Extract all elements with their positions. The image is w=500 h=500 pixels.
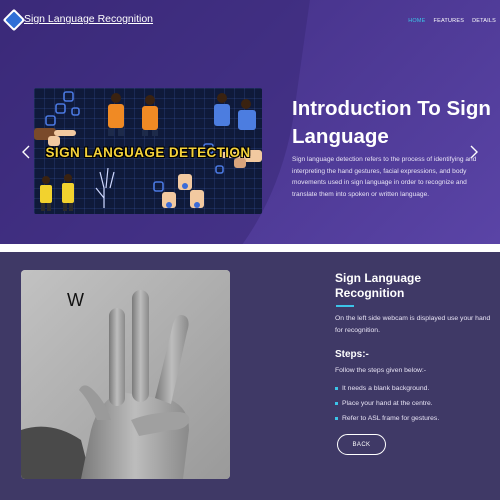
nav-links: HOME FEATURES DETAILS	[408, 18, 496, 24]
steps-intro: Follow the steps given below:-	[335, 367, 427, 374]
recognition-title: Sign Language Recognition	[335, 271, 422, 300]
navbar: Sign Language Recognition HOME FEATURES …	[0, 0, 500, 40]
title-underline	[336, 305, 354, 307]
nav-link-details[interactable]: DETAILS	[472, 18, 496, 24]
steps-list: It needs a blank background. Place your …	[335, 383, 495, 428]
back-button[interactable]: BACK	[337, 434, 386, 455]
hero-heading: Introduction To Sign Language	[292, 97, 491, 148]
step-item: Place your hand at the centre.	[335, 398, 495, 413]
hero-carousel: Sign Language Recognition HOME FEATURES …	[0, 0, 500, 244]
banner-title: SIGN LANGUAGE DETECTION	[45, 145, 251, 160]
steps-heading: Steps:-	[335, 349, 369, 360]
webcam-feed: W	[21, 270, 230, 479]
hero-paragraph: Sign language detection refers to the pr…	[292, 156, 477, 198]
brand-logo-icon[interactable]	[2, 8, 26, 32]
step-item: Refer to ASL frame for gestures.	[335, 413, 495, 428]
carousel-image: SIGN LANGUAGE DETECTION	[34, 88, 262, 214]
nav-link-features[interactable]: FEATURES	[434, 18, 465, 24]
brand-link[interactable]: Sign Language Recognition	[24, 13, 153, 25]
nav-link-home[interactable]: HOME	[408, 18, 425, 24]
hand-image	[21, 270, 230, 479]
detected-letter: W	[67, 290, 84, 310]
recognition-description: On the left side webcam is displayed use…	[335, 315, 491, 334]
step-item: It needs a blank background.	[335, 383, 495, 398]
recognition-section: W Sign Language Recognition On the left …	[0, 252, 500, 500]
chevron-left-icon[interactable]	[20, 144, 32, 160]
